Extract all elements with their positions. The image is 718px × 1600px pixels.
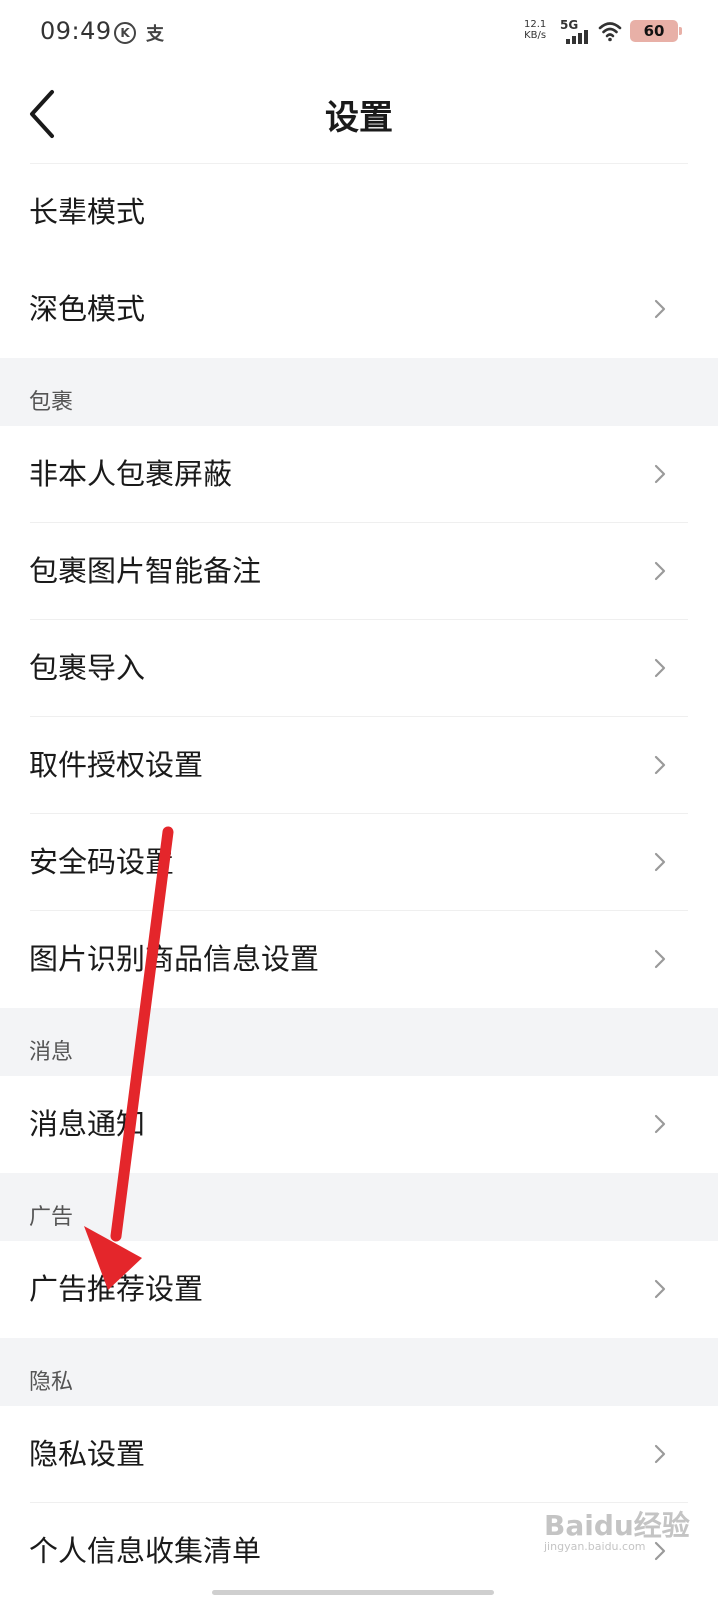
status-time: 09:49 — [40, 17, 112, 45]
nav-bar: 设置 — [0, 64, 718, 164]
settings-row-security-code[interactable]: 安全码设置 — [0, 814, 718, 911]
k-icon: K — [114, 22, 136, 44]
row-label: 包裹导入 — [29, 651, 146, 685]
watermark-url: jingyan.baidu.com — [544, 1540, 646, 1553]
chevron-right-icon — [654, 1114, 666, 1134]
settings-row-pickup-auth[interactable]: 取件授权设置 — [0, 717, 718, 814]
chevron-right-icon — [654, 299, 666, 319]
section-header-ad: 广告 — [0, 1173, 718, 1241]
section-header-package: 包裹 — [0, 358, 718, 426]
settings-row-package-import[interactable]: 包裹导入 — [0, 620, 718, 717]
settings-row-package-image-note[interactable]: 包裹图片智能备注 — [0, 523, 718, 620]
section-title: 消息 — [29, 1040, 74, 1065]
settings-row-image-recognition[interactable]: 图片识别商品信息设置 — [0, 911, 718, 1008]
row-label: 图片识别商品信息设置 — [29, 942, 320, 976]
chevron-right-icon — [654, 755, 666, 775]
row-label: 广告推荐设置 — [29, 1272, 204, 1306]
page-title: 设置 — [325, 98, 393, 138]
row-label: 安全码设置 — [29, 845, 175, 879]
chevron-right-icon — [654, 464, 666, 484]
settings-list: 长辈模式 深色模式 包裹 非本人包裹屏蔽 包裹图片智能备注 包裹导入 取件授权设… — [0, 164, 718, 1600]
row-label: 隐私设置 — [29, 1437, 146, 1471]
row-label: 包裹图片智能备注 — [29, 554, 262, 588]
chevron-right-icon — [654, 1279, 666, 1299]
chevron-right-icon — [654, 949, 666, 969]
alipay-icon: 支 — [146, 24, 164, 45]
section-title: 隐私 — [29, 1370, 74, 1395]
baidu-watermark: Baidu经验 jingyan.baidu.com — [544, 1496, 694, 1566]
row-label: 取件授权设置 — [29, 748, 204, 782]
watermark-brand: Baidu经验 — [544, 1509, 690, 1542]
signal-icon — [566, 30, 588, 44]
chevron-right-icon — [654, 852, 666, 872]
status-bar: 09:49 K 支 12.1 KB/s 5G 60 — [0, 0, 718, 64]
section-title: 包裹 — [29, 390, 74, 415]
settings-row-dark-mode[interactable]: 深色模式 — [0, 261, 718, 358]
settings-row-privacy-settings[interactable]: 隐私设置 — [0, 1406, 718, 1503]
section-title: 广告 — [29, 1205, 74, 1230]
settings-row-ad-recommend[interactable]: 广告推荐设置 — [0, 1241, 718, 1338]
section-header-privacy: 隐私 — [0, 1338, 718, 1406]
row-label: 深色模式 — [29, 292, 146, 326]
home-indicator[interactable] — [212, 1590, 494, 1595]
chevron-right-icon — [654, 561, 666, 581]
chevron-right-icon — [654, 1444, 666, 1464]
row-label: 长辈模式 — [29, 195, 146, 229]
chevron-right-icon — [654, 658, 666, 678]
settings-row-message-notify[interactable]: 消息通知 — [0, 1076, 718, 1173]
network-speed: 12.1 KB/s — [524, 19, 546, 41]
settings-row-block-package[interactable]: 非本人包裹屏蔽 — [0, 426, 718, 523]
network-speed-unit: KB/s — [524, 30, 547, 41]
settings-row-elder-mode[interactable]: 长辈模式 — [0, 164, 718, 261]
battery-indicator: 60 — [630, 20, 682, 42]
row-label: 非本人包裹屏蔽 — [29, 457, 233, 491]
row-label: 消息通知 — [29, 1107, 146, 1141]
section-header-message: 消息 — [0, 1008, 718, 1076]
wifi-icon — [598, 22, 622, 42]
row-label: 个人信息收集清单 — [29, 1534, 262, 1568]
network-speed-value: 12.1 — [524, 19, 547, 30]
